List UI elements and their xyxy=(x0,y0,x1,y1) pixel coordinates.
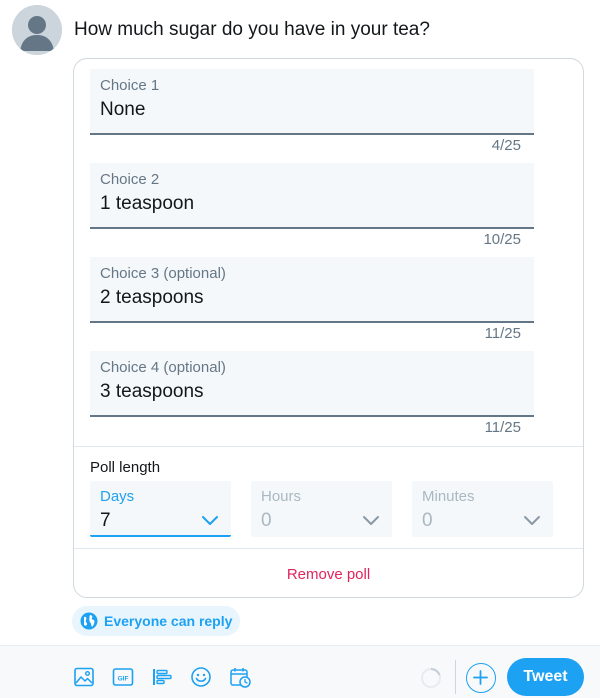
add-tweet-button[interactable] xyxy=(466,663,496,693)
reply-setting-label: Everyone can reply xyxy=(104,613,233,629)
poll-choice-2-label: Choice 2 xyxy=(100,171,160,188)
tweet-button[interactable]: Tweet xyxy=(507,658,584,696)
poll-minutes-label: Minutes xyxy=(422,488,475,505)
poll-days-label: Days xyxy=(100,488,135,505)
poll-choice-3-label: Choice 3 (optional) xyxy=(100,265,226,282)
poll-choice-1-field[interactable]: Choice 1 None xyxy=(90,69,534,135)
poll-choice-4-label: Choice 4 (optional) xyxy=(100,359,226,376)
composer-toolbar: GIF Tweet xyxy=(0,645,600,698)
schedule-icon[interactable] xyxy=(229,666,251,688)
poll-choice-1-label: Choice 1 xyxy=(100,77,160,94)
poll-choice-4-value[interactable]: 3 teaspoons xyxy=(100,381,204,403)
poll-days-select[interactable]: Days 7 xyxy=(90,481,231,537)
poll-length-title: Poll length xyxy=(90,459,161,476)
plus-icon xyxy=(473,670,488,685)
poll-hours-value: 0 xyxy=(261,510,272,531)
toolbar-separator xyxy=(455,660,456,694)
poll-hours-select[interactable]: Hours 0 xyxy=(251,481,392,537)
chevron-down-icon xyxy=(363,516,379,525)
poll-choice-4-counter: 11/25 xyxy=(484,419,521,436)
tweet-text[interactable]: How much sugar do you have in your tea? xyxy=(74,19,430,41)
poll-choice-2-value[interactable]: 1 teaspoon xyxy=(100,193,194,215)
poll-choice-2-counter: 10/25 xyxy=(483,231,521,248)
avatar xyxy=(12,5,62,55)
poll-divider xyxy=(74,446,583,447)
poll-choice-3-counter: 11/25 xyxy=(484,325,521,342)
poll-minutes-select[interactable]: Minutes 0 xyxy=(412,481,553,537)
gif-icon[interactable]: GIF xyxy=(112,666,134,688)
chevron-down-icon xyxy=(524,516,540,525)
poll-days-value: 7 xyxy=(100,510,111,531)
poll-choice-3-field[interactable]: Choice 3 (optional) 2 teaspoons xyxy=(90,257,534,323)
globe-icon xyxy=(80,612,98,630)
poll-choice-2-field[interactable]: Choice 2 1 teaspoon xyxy=(90,163,534,229)
poll-choice-1-value[interactable]: None xyxy=(100,99,145,121)
poll-minutes-value: 0 xyxy=(422,510,433,531)
emoji-icon[interactable] xyxy=(190,666,212,688)
poll-hours-label: Hours xyxy=(261,488,302,505)
default-avatar-icon xyxy=(12,5,62,55)
remove-poll-button[interactable]: Remove poll xyxy=(74,549,583,597)
image-icon[interactable] xyxy=(73,666,95,688)
character-progress-icon xyxy=(421,667,441,688)
poll-choice-1-counter: 4/25 xyxy=(491,137,521,154)
poll-icon[interactable] xyxy=(151,666,173,688)
poll-choice-4-field[interactable]: Choice 4 (optional) 3 teaspoons xyxy=(90,351,534,417)
poll-choice-3-value[interactable]: 2 teaspoons xyxy=(100,287,204,309)
chevron-down-icon xyxy=(202,516,218,525)
reply-setting-button[interactable]: Everyone can reply xyxy=(72,606,241,636)
poll-card: Choice 1 None 4/25 Choice 2 1 teaspoon 1… xyxy=(73,58,584,598)
gif-icon-label: GIF xyxy=(118,675,129,682)
